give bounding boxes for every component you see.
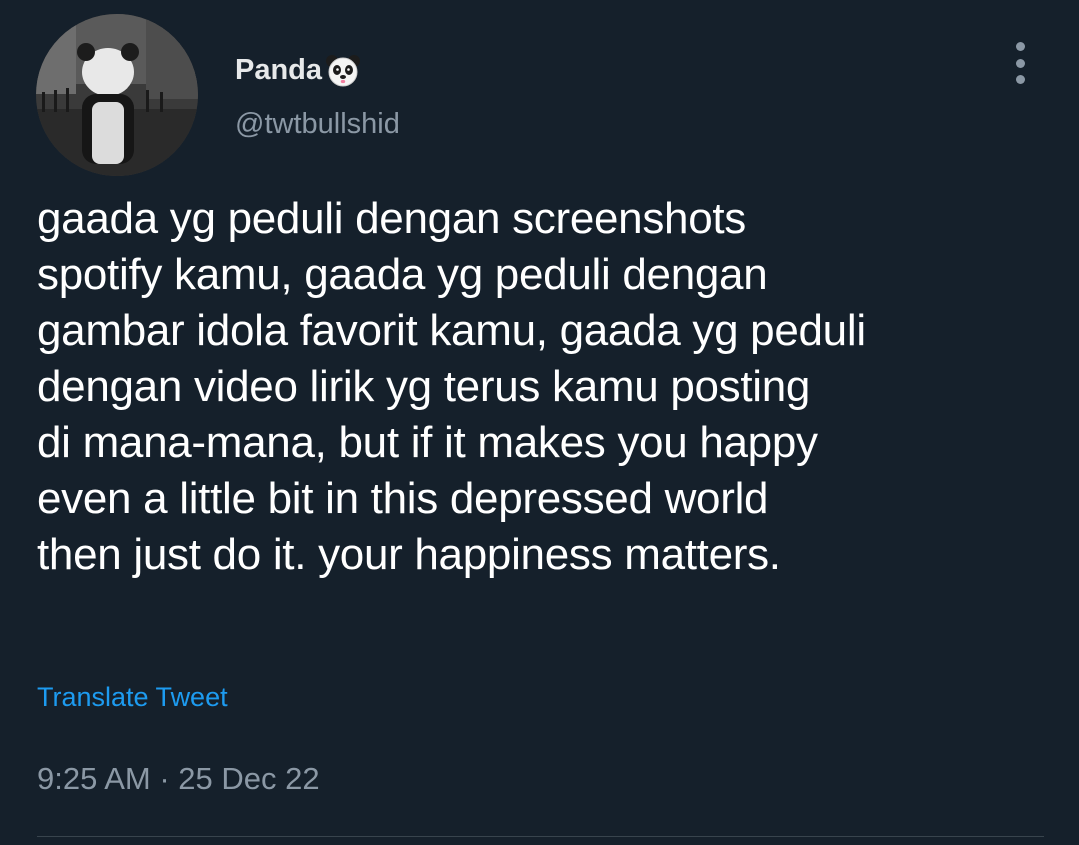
avatar[interactable] — [36, 14, 198, 176]
more-dot — [1015, 58, 1025, 68]
tweet-text-line: then just do it. your happiness matters. — [37, 530, 781, 579]
tweet-timestamp[interactable]: 9:25 AM · 25 Dec 22 — [37, 761, 320, 797]
tweet-text-line: gaada yg peduli dengan screenshots — [37, 194, 747, 243]
more-vertical-icon[interactable] — [1008, 42, 1032, 84]
author-display-name-row[interactable]: Panda — [235, 52, 361, 88]
more-dot — [1015, 42, 1025, 51]
tweet-text-line: even a little bit in this depressed worl… — [37, 474, 769, 523]
more-dot — [1015, 75, 1025, 84]
tweet-text-line: dengan video lirik yg terus kamu posting — [37, 362, 811, 411]
tweet-text-line: gambar idola favorit kamu, gaada yg pedu… — [37, 306, 866, 355]
author-display-name[interactable]: Panda — [235, 54, 322, 87]
panda-face-icon — [325, 52, 361, 88]
translate-tweet-link[interactable]: Translate Tweet — [37, 682, 228, 713]
tweet-text-line: spotify kamu, gaada yg peduli dengan — [37, 250, 768, 299]
divider — [37, 836, 1044, 837]
avatar-photo — [36, 14, 198, 176]
tweet-text-line: di mana-mana, but if it makes you happy — [37, 418, 818, 467]
tweet-text: gaada yg peduli dengan screenshots spoti… — [37, 191, 1047, 583]
author-handle[interactable]: @twtbullshid — [235, 108, 400, 141]
